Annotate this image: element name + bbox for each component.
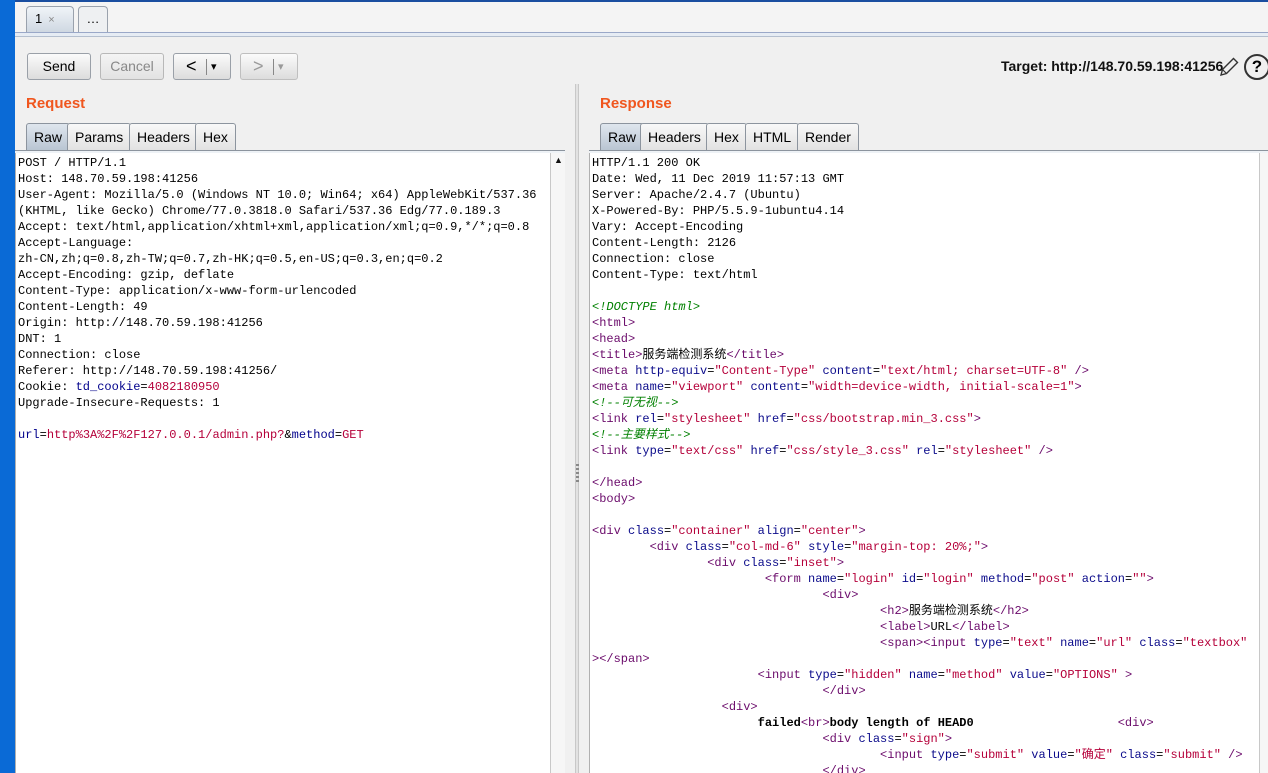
separator <box>273 59 274 75</box>
pencil-icon[interactable] <box>1217 55 1241 79</box>
response-tab-headers[interactable]: Headers <box>640 123 709 150</box>
tab-label: 1 <box>35 11 43 26</box>
response-editor[interactable]: HTTP/1.1 200 OK Date: Wed, 11 Dec 2019 1… <box>589 153 1260 773</box>
response-tab-render[interactable]: Render <box>797 123 859 150</box>
split-grip[interactable] <box>576 464 579 482</box>
response-scrollbar[interactable] <box>1259 153 1268 773</box>
back-arrow-icon: < <box>186 56 197 76</box>
window-edge <box>0 0 15 773</box>
close-icon[interactable]: × <box>48 14 54 26</box>
scroll-up-icon[interactable]: ▲ <box>554 155 563 165</box>
response-text: HTTP/1.1 200 OK Date: Wed, 11 Dec 2019 1… <box>592 156 1248 773</box>
request-tab-params[interactable]: Params <box>67 123 132 150</box>
forward-button[interactable]: > ▾ <box>240 53 298 80</box>
response-tab-hex[interactable]: Hex <box>706 123 747 150</box>
request-text: POST / HTTP/1.1 Host: 148.70.59.198:4125… <box>18 156 537 442</box>
split-divider[interactable] <box>575 84 579 773</box>
chevron-down-icon[interactable]: ▾ <box>278 55 284 79</box>
response-tab-raw[interactable]: Raw <box>600 123 645 150</box>
back-button[interactable]: < ▾ <box>173 53 231 80</box>
response-title: Response <box>600 95 672 112</box>
request-tab-headers[interactable]: Headers <box>129 123 198 150</box>
request-scrollbar[interactable]: ▲ <box>550 153 565 773</box>
tab-underline <box>15 33 1268 37</box>
help-icon[interactable]: ? <box>1244 54 1268 80</box>
separator <box>206 59 207 75</box>
response-tab-html[interactable]: HTML <box>745 123 800 150</box>
request-editor[interactable]: POST / HTTP/1.1 Host: 148.70.59.198:4125… <box>15 153 551 773</box>
cancel-button[interactable]: Cancel <box>100 53 164 80</box>
repeater-tab-bar: 1 × … <box>15 0 1268 33</box>
request-tab-raw[interactable]: Raw <box>26 123 71 150</box>
forward-arrow-icon: > <box>253 56 264 76</box>
request-title: Request <box>26 95 86 112</box>
new-tab-button[interactable]: … <box>78 6 108 32</box>
chevron-down-icon[interactable]: ▾ <box>211 55 217 79</box>
repeater-tab-1[interactable]: 1 × <box>26 6 74 32</box>
send-button[interactable]: Send <box>27 53 91 80</box>
request-tab-hex[interactable]: Hex <box>195 123 236 150</box>
target-label: Target: http://148.70.59.198:41256 <box>1001 58 1224 74</box>
